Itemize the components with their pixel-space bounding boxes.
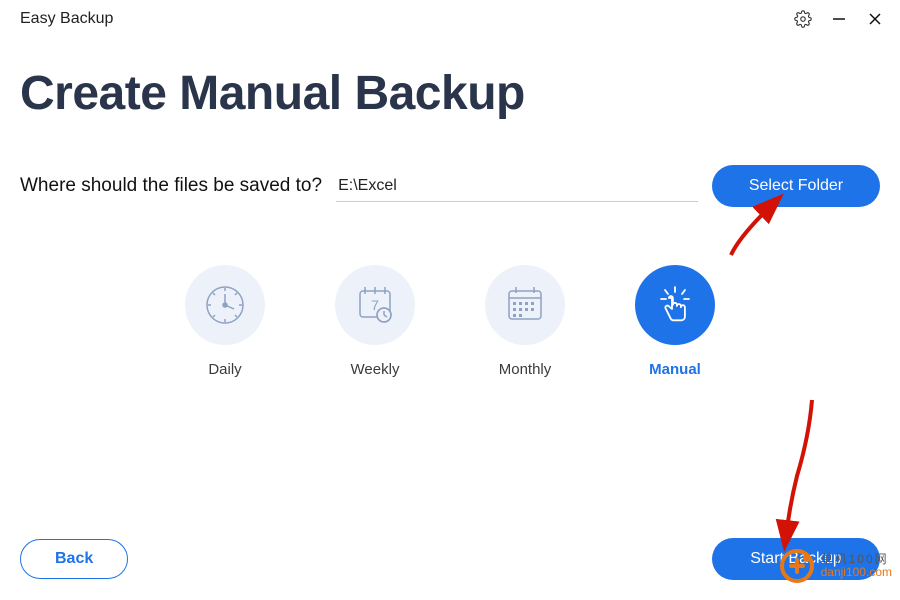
start-backup-button[interactable]: Start Backup [712,538,880,580]
destination-row: Where should the files be saved to? Sele… [20,165,880,207]
calendar-month-icon [485,265,565,345]
frequency-option-daily[interactable]: Daily [185,265,265,378]
minimize-icon[interactable] [830,10,848,28]
page-title: Create Manual Backup [20,66,900,121]
gear-icon[interactable] [794,10,812,28]
footer-row: Back Start Backup [20,538,880,580]
frequency-row: Daily 7 Weekly [0,265,900,378]
back-button[interactable]: Back [20,539,128,579]
app-title: Easy Backup [20,10,113,28]
frequency-option-weekly[interactable]: 7 Weekly [335,265,415,378]
frequency-option-manual[interactable]: Manual [635,265,715,378]
destination-input[interactable] [336,171,698,202]
clock-icon [185,265,265,345]
select-folder-button[interactable]: Select Folder [712,165,880,207]
close-icon[interactable] [866,10,884,28]
window-controls [794,10,884,28]
destination-label: Where should the files be saved to? [20,175,322,197]
frequency-label: Weekly [351,361,400,378]
frequency-label: Monthly [499,361,552,378]
calendar-week-icon: 7 [335,265,415,345]
frequency-label: Daily [208,361,241,378]
frequency-option-monthly[interactable]: Monthly [485,265,565,378]
frequency-label: Manual [649,361,701,378]
annotation-arrow-icon [759,396,829,552]
titlebar: Easy Backup [0,0,900,28]
pointer-icon [635,265,715,345]
